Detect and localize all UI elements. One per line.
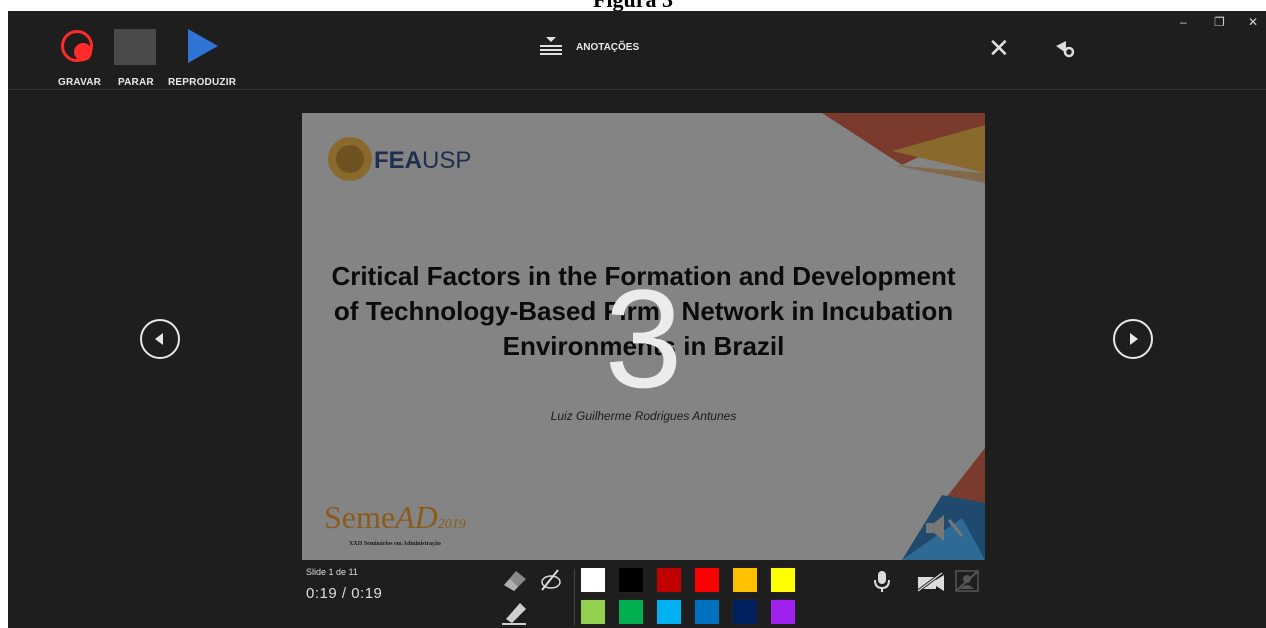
- pen-color-swatch[interactable]: [770, 567, 796, 593]
- pen-clear-icon[interactable]: [536, 566, 566, 599]
- record-button[interactable]: [58, 27, 102, 71]
- palette-divider: [574, 569, 575, 625]
- stop-label: PARAR: [118, 77, 154, 88]
- semead-subtitle: XXII Seminários em Administração: [349, 541, 441, 547]
- pen-color-swatch[interactable]: [656, 567, 682, 593]
- settings-icon[interactable]: [1054, 39, 1076, 64]
- pen-color-swatch[interactable]: [694, 599, 720, 625]
- countdown-number: 3: [604, 260, 683, 417]
- play-icon: [188, 29, 218, 63]
- next-slide-button[interactable]: [1113, 319, 1153, 359]
- logo-feausp: FEAUSP: [374, 147, 472, 174]
- pen-color-swatch[interactable]: [732, 599, 758, 625]
- pen-color-swatch[interactable]: [694, 567, 720, 593]
- window-close-icon[interactable]: ✕: [1248, 15, 1258, 29]
- pen-color-swatch[interactable]: [732, 567, 758, 593]
- logo-semead: SemeAD2019: [324, 499, 466, 535]
- record-label: GRAVAR: [58, 77, 102, 88]
- microphone-icon[interactable]: [872, 569, 892, 598]
- pen-color-swatch[interactable]: [618, 567, 644, 593]
- speaker-muted-icon: [926, 515, 964, 541]
- notes-button[interactable]: ANOTAÇÕES: [538, 37, 639, 57]
- camera-off-icon[interactable]: [916, 571, 946, 598]
- stop-button[interactable]: [114, 27, 158, 71]
- record-icon: [61, 30, 93, 62]
- recording-toolbar: GRAVAR PARAR REPRODUZIR ANOTAÇÕES ✕ – ❐ …: [8, 11, 1266, 90]
- restore-icon[interactable]: ❐: [1214, 15, 1225, 29]
- status-area: Slide 1 de 11 0:19 / 0:19: [306, 567, 382, 602]
- notes-icon: [540, 37, 562, 55]
- time-indicator: 0:19 / 0:19: [306, 585, 383, 602]
- previous-slide-button[interactable]: [140, 319, 180, 359]
- recording-window: GRAVAR PARAR REPRODUZIR ANOTAÇÕES ✕ – ❐ …: [8, 11, 1266, 628]
- chevron-left-icon: [155, 333, 163, 345]
- stop-icon: [114, 29, 156, 65]
- notes-label: ANOTAÇÕES: [576, 41, 640, 53]
- close-icon[interactable]: ✕: [988, 35, 1010, 61]
- pen-color-swatch[interactable]: [770, 599, 796, 625]
- pen-color-swatch[interactable]: [580, 599, 606, 625]
- eraser-icon[interactable]: [500, 567, 530, 598]
- play-button[interactable]: [184, 27, 228, 71]
- minimize-icon[interactable]: –: [1180, 15, 1187, 29]
- slide-indicator: Slide 1 de 11: [306, 567, 358, 577]
- slide-preview: FEAUSP Critical Factors in the Formation…: [302, 113, 985, 560]
- pen-color-swatch[interactable]: [618, 599, 644, 625]
- chevron-right-icon: [1130, 333, 1138, 345]
- play-label: REPRODUZIR: [168, 77, 237, 88]
- camera-preview-off-icon[interactable]: [954, 569, 980, 598]
- pen-color-swatch[interactable]: [580, 567, 606, 593]
- pen-color-swatch[interactable]: [656, 599, 682, 625]
- pen-icon[interactable]: [500, 599, 530, 628]
